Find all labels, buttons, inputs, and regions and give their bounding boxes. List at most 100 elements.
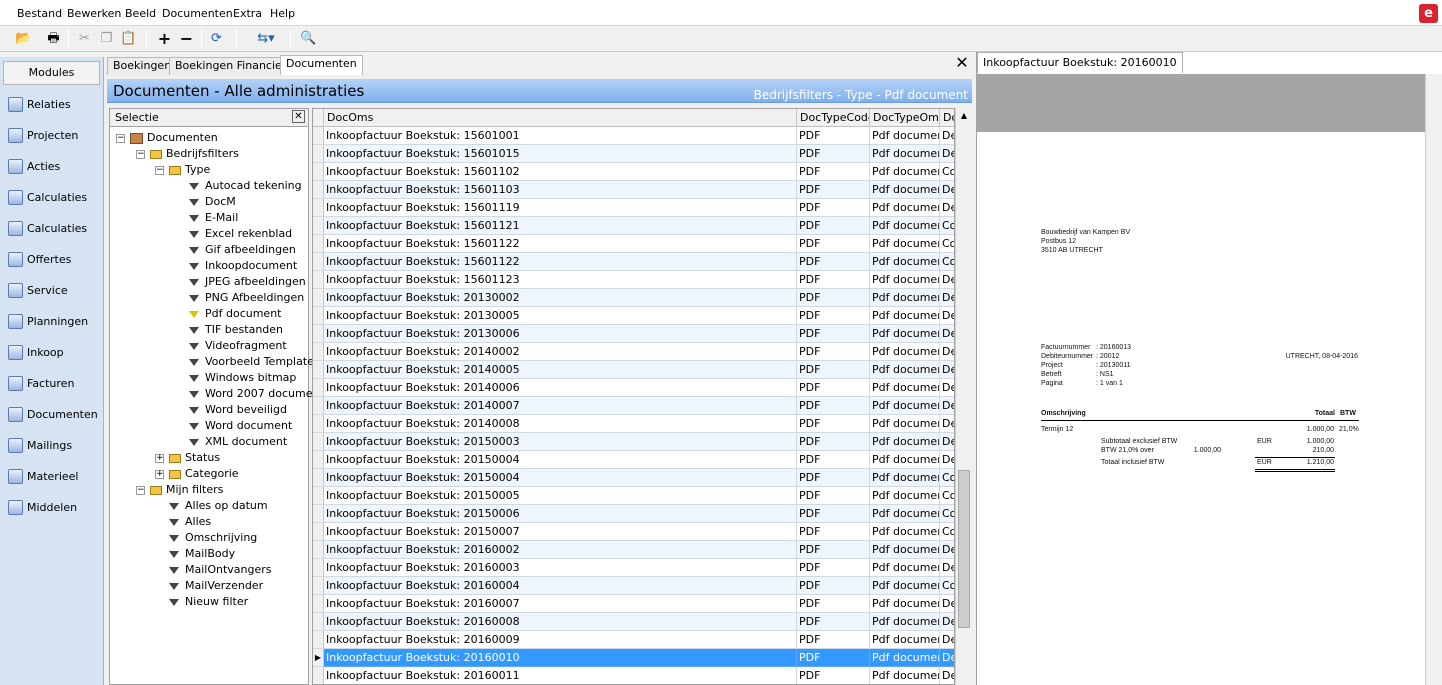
print-icon[interactable]: 🖶 xyxy=(43,29,64,49)
grid-corner-icon[interactable] xyxy=(313,109,324,127)
module-item[interactable]: Service xyxy=(0,275,103,306)
tree-filter-item[interactable]: Nieuw filter xyxy=(169,594,248,610)
tab-boekingen-financieel[interactable]: Boekingen Financieel xyxy=(169,57,298,75)
paste-icon[interactable]: 📋 xyxy=(118,29,139,49)
menu-beeld[interactable]: Beeld xyxy=(125,7,156,20)
table-row[interactable]: Inkoopfactuur Boekstuk: 20150004 PDF Pdf d… xyxy=(313,451,954,469)
row-indicator[interactable] xyxy=(313,433,324,451)
tree-expander-icon[interactable]: − xyxy=(136,150,145,159)
column-header-docoms[interactable]: DocOms xyxy=(324,109,797,127)
preview-scrollbar[interactable] xyxy=(1425,74,1442,685)
preview-tab[interactable]: Inkoopfactuur Boekstuk: 20160010 xyxy=(977,52,1183,73)
row-indicator[interactable] xyxy=(313,325,324,343)
module-item[interactable]: Relaties xyxy=(0,89,103,120)
grid-scrollbar[interactable]: ▲ xyxy=(955,108,971,685)
table-row[interactable]: Inkoopfactuur Boekstuk: 20150005 PDF Pdf d… xyxy=(313,487,954,505)
module-item[interactable]: Mailings xyxy=(0,430,103,461)
tree-filter-item[interactable]: MailBody xyxy=(169,546,235,562)
preview-search-icon[interactable]: 🔍 xyxy=(298,29,319,49)
tree-filter-item[interactable]: Alles op datum xyxy=(169,498,268,514)
tree-filter-item[interactable]: E-Mail xyxy=(189,210,238,226)
table-row[interactable]: Inkoopfactuur Boekstuk: 15601122 PDF Pdf d… xyxy=(313,253,954,271)
tree-filter-item[interactable]: Word 2007 documen xyxy=(189,386,319,402)
table-row[interactable]: Inkoopfactuur Boekstuk: 20150007 PDF Pdf d… xyxy=(313,523,954,541)
row-indicator[interactable] xyxy=(313,523,324,541)
table-row[interactable]: ▶ Inkoopfactuur Boekstuk: 20160010 PDF Pdf … xyxy=(313,649,954,667)
row-indicator[interactable] xyxy=(313,217,324,235)
row-indicator[interactable] xyxy=(313,271,324,289)
module-item[interactable]: Projecten xyxy=(0,120,103,151)
row-indicator[interactable] xyxy=(313,487,324,505)
tree-categorie[interactable]: Categorie xyxy=(169,466,239,482)
table-row[interactable]: Inkoopfactuur Boekstuk: 15601122 PDF Pdf d… xyxy=(313,235,954,253)
row-indicator[interactable] xyxy=(313,127,324,145)
row-indicator[interactable] xyxy=(313,631,324,649)
row-indicator[interactable] xyxy=(313,541,324,559)
scroll-up-arrow-icon[interactable]: ▲ xyxy=(956,108,972,124)
row-indicator[interactable]: ▶ xyxy=(313,649,324,667)
tree-expander-icon[interactable]: − xyxy=(136,486,145,495)
copy-icon[interactable]: ❐ xyxy=(96,29,117,49)
module-item[interactable]: Materieel xyxy=(0,461,103,492)
table-row[interactable]: Inkoopfactuur Boekstuk: 20130006 PDF Pdf d… xyxy=(313,325,954,343)
table-row[interactable]: Inkoopfactuur Boekstuk: 20140007 PDF Pdf d… xyxy=(313,397,954,415)
module-item[interactable]: Acties xyxy=(0,151,103,182)
module-item[interactable]: Documenten xyxy=(0,399,103,430)
module-item[interactable]: Inkoop xyxy=(0,337,103,368)
tree-expander-icon[interactable]: + xyxy=(155,454,164,463)
row-indicator[interactable] xyxy=(313,307,324,325)
table-row[interactable]: Inkoopfactuur Boekstuk: 20140005 PDF Pdf d… xyxy=(313,361,954,379)
row-indicator[interactable] xyxy=(313,595,324,613)
column-header-doctypecode[interactable]: DocTypeCode xyxy=(797,109,870,127)
table-row[interactable]: Inkoopfactuur Boekstuk: 15601123 PDF Pdf d… xyxy=(313,271,954,289)
tree-filter-item[interactable]: Videofragment xyxy=(189,338,287,354)
table-row[interactable]: Inkoopfactuur Boekstuk: 20130005 PDF Pdf d… xyxy=(313,307,954,325)
row-indicator[interactable] xyxy=(313,469,324,487)
table-row[interactable]: Inkoopfactuur Boekstuk: 20150006 PDF Pdf d… xyxy=(313,505,954,523)
table-row[interactable]: Inkoopfactuur Boekstuk: 20160009 PDF Pdf d… xyxy=(313,631,954,649)
menu-extra[interactable]: Extra xyxy=(233,7,262,20)
table-row[interactable]: Inkoopfactuur Boekstuk: 15601102 PDF Pdf d… xyxy=(313,163,954,181)
row-indicator[interactable] xyxy=(313,451,324,469)
row-indicator[interactable] xyxy=(313,379,324,397)
row-indicator[interactable] xyxy=(313,199,324,217)
tree-filter-item[interactable]: MailVerzender xyxy=(169,578,263,594)
tree-filter-item[interactable]: Gif afbeeldingen xyxy=(189,242,296,258)
tree-filter-item[interactable]: PNG Afbeeldingen xyxy=(189,290,304,306)
row-indicator[interactable] xyxy=(313,289,324,307)
tab-documenten[interactable]: Documenten xyxy=(280,55,363,75)
row-indicator[interactable] xyxy=(313,145,324,163)
tree-filter-item[interactable]: Voorbeeld Template xyxy=(189,354,314,370)
table-row[interactable]: Inkoopfactuur Boekstuk: 20160002 PDF Pdf d… xyxy=(313,541,954,559)
tree-filter-item[interactable]: Inkoopdocument xyxy=(189,258,297,274)
selection-close-icon[interactable]: ✕ xyxy=(292,110,305,123)
tree-filter-item[interactable]: MailOntvangers xyxy=(169,562,272,578)
menu-bewerken[interactable]: Bewerken xyxy=(67,7,121,20)
tree-filter-item[interactable]: Word beveiligd xyxy=(189,402,287,418)
menu-documenten[interactable]: Documenten xyxy=(162,7,233,20)
module-item[interactable]: Facturen xyxy=(0,368,103,399)
module-item[interactable]: Middelen xyxy=(0,492,103,523)
table-row[interactable]: Inkoopfactuur Boekstuk: 20160008 PDF Pdf d… xyxy=(313,613,954,631)
row-indicator[interactable] xyxy=(313,667,324,684)
tree-filter-item[interactable]: Autocad tekening xyxy=(189,178,302,194)
module-item[interactable]: Planningen xyxy=(0,306,103,337)
table-row[interactable]: Inkoopfactuur Boekstuk: 20140002 PDF Pdf d… xyxy=(313,343,954,361)
table-row[interactable]: Inkoopfactuur Boekstuk: 20130002 PDF Pdf d… xyxy=(313,289,954,307)
tree-filter-item[interactable]: DocM xyxy=(189,194,236,210)
module-item[interactable]: Calculaties xyxy=(0,182,103,213)
tree-filter-item[interactable]: Omschrijving xyxy=(169,530,257,546)
table-row[interactable]: Inkoopfactuur Boekstuk: 20140008 PDF Pdf d… xyxy=(313,415,954,433)
table-row[interactable]: Inkoopfactuur Boekstuk: 20150003 PDF Pdf d… xyxy=(313,433,954,451)
table-row[interactable]: Inkoopfactuur Boekstuk: 20140006 PDF Pdf d… xyxy=(313,379,954,397)
module-item[interactable]: Offertes xyxy=(0,244,103,275)
tree-filter-item[interactable]: JPEG afbeeldingen xyxy=(189,274,306,290)
tab-boekingen[interactable]: Boekingen xyxy=(107,57,178,75)
tree-filter-item[interactable]: Pdf document xyxy=(189,306,281,322)
row-indicator[interactable] xyxy=(313,415,324,433)
tree-expander-icon[interactable]: − xyxy=(155,166,164,175)
row-indicator[interactable] xyxy=(313,181,324,199)
tree-filter-item[interactable]: Alles xyxy=(169,514,211,530)
row-indicator[interactable] xyxy=(313,505,324,523)
row-indicator[interactable] xyxy=(313,361,324,379)
